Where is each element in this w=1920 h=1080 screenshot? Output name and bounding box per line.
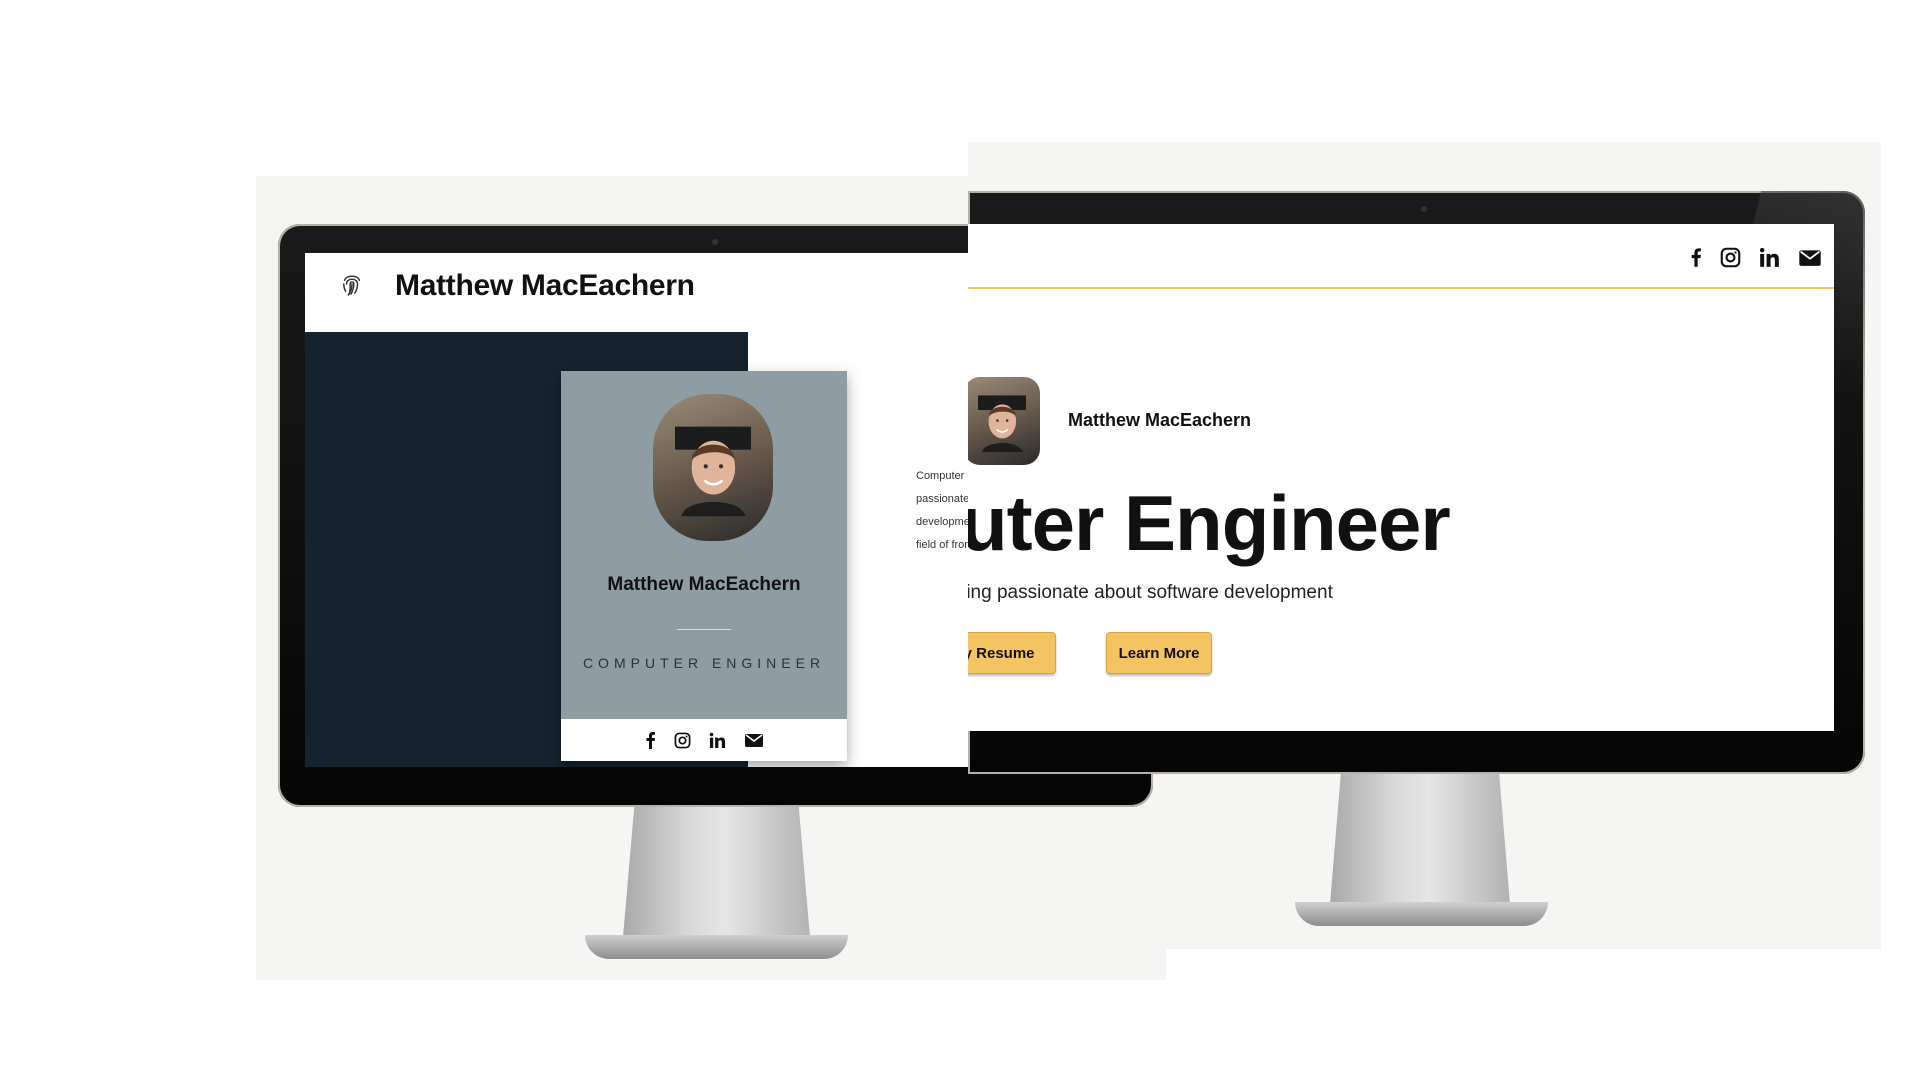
profile-social-bar [561, 719, 847, 761]
linkedin-icon[interactable] [1759, 247, 1780, 268]
resume-button[interactable]: ly Resume [968, 632, 1056, 674]
profile-photo [653, 394, 773, 541]
right-monitor-base [1295, 902, 1548, 926]
instagram-icon[interactable] [674, 732, 691, 749]
right-monitor-stand [1330, 774, 1510, 904]
fingerprint-icon[interactable] [341, 271, 363, 297]
facebook-icon[interactable] [1689, 246, 1702, 268]
profile-name: Matthew MacEachern [1068, 410, 1252, 430]
learn-more-button[interactable]: Learn More [1106, 632, 1212, 674]
hero-title: uter Engineer [968, 479, 1451, 567]
nav-social-icons [1689, 246, 1822, 268]
profile-photo [968, 377, 1040, 465]
profile-role: COMPUTER ENGINEER [582, 655, 826, 671]
profile-name: Matthew MacEachern [607, 574, 801, 595]
site-top-nav [968, 224, 1834, 289]
profile-card-body: Matthew MacEachern COMPUTER ENGINEER [561, 371, 847, 719]
profile-card: Matthew MacEachern COMPUTER ENGINEER [561, 371, 847, 761]
camera-dot [712, 239, 718, 245]
linkedin-icon[interactable] [709, 732, 726, 749]
left-monitor-base [585, 935, 848, 959]
divider [677, 629, 731, 630]
site-brand-title[interactable]: Matthew MacEachern [395, 269, 695, 303]
left-monitor-stand [623, 807, 810, 937]
facebook-icon[interactable] [644, 731, 656, 749]
email-icon[interactable] [744, 732, 764, 748]
camera-dot [1421, 206, 1427, 212]
right-monitor-screen: Matthew MacEachern uter Engineer ring pa… [968, 224, 1834, 731]
instagram-icon[interactable] [1720, 247, 1741, 268]
hero-subtitle: ring passionate about software developme… [968, 582, 1333, 603]
email-icon[interactable] [1798, 248, 1822, 267]
